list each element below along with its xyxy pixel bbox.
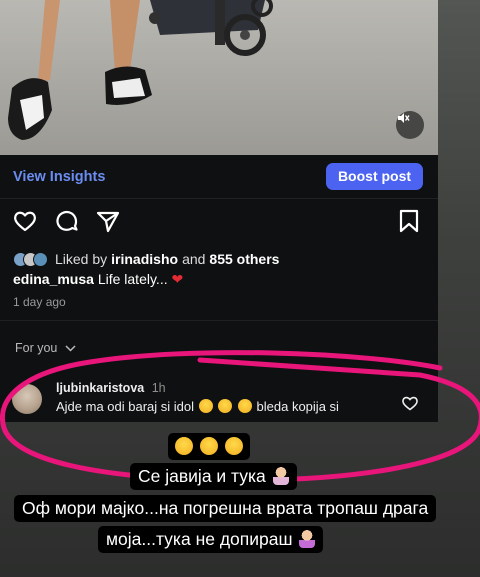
story-line-2: Се јавија и тука xyxy=(130,463,297,490)
comment-text: Ajde ma odi baraj si idol bleda kopija s… xyxy=(56,399,339,414)
laughing-emoji xyxy=(237,399,252,413)
caption-username[interactable]: edina_musa xyxy=(13,271,94,287)
story-text-4: моја...тука не допираш xyxy=(106,529,293,549)
comment-header: ljubinkaristova 1h xyxy=(56,381,166,395)
liked-and: and xyxy=(182,251,206,267)
divider xyxy=(0,320,438,321)
liker-avatars xyxy=(13,251,48,267)
liked-user-link[interactable]: irinadisho xyxy=(111,251,178,267)
liked-by-row: Liked by irinadisho and 855 others xyxy=(13,249,279,269)
view-insights-link[interactable]: View Insights xyxy=(13,169,105,185)
liked-prefix: Liked by xyxy=(55,251,108,267)
comment-time: 1h xyxy=(151,381,166,395)
red-heart-emoji: ❤ xyxy=(171,271,184,287)
post-photo xyxy=(0,0,438,155)
woman-shrugging-emoji xyxy=(299,530,316,548)
for-you-toggle[interactable]: For you xyxy=(15,341,76,355)
woman-tipping-hand-emoji xyxy=(272,467,289,485)
laughing-emoji xyxy=(218,399,233,413)
caption: edina_musa Life lately... ❤ xyxy=(13,271,183,288)
comment-icon[interactable] xyxy=(54,208,80,239)
comment-text-after: bleda kopija si xyxy=(256,399,339,414)
avatar xyxy=(33,251,48,267)
post-screenshot: View Insights Boost post Liked by irinad… xyxy=(0,0,438,422)
story-line-3: Оф мори мајко...на погрешна врата тропаш… xyxy=(14,495,437,522)
bookmark-icon[interactable] xyxy=(398,208,420,239)
boost-post-button[interactable]: Boost post xyxy=(326,163,423,190)
laughing-emoji xyxy=(198,399,213,413)
comment-username[interactable]: ljubinkaristova xyxy=(56,381,144,395)
caption-text: Life lately... xyxy=(97,271,168,287)
for-you-label: For you xyxy=(15,341,58,355)
share-icon[interactable] xyxy=(95,208,121,239)
story-emoji-line xyxy=(168,433,250,460)
story-text-2: Се јавија и тука xyxy=(138,466,266,486)
comment-avatar[interactable] xyxy=(12,384,42,414)
laughing-emoji xyxy=(175,437,193,455)
post-date: 1 day ago xyxy=(13,295,66,309)
story-text-3: Оф мори мајко...на погрешна врата тропаш… xyxy=(22,498,429,518)
comment-like-heart-icon[interactable] xyxy=(401,395,419,416)
chevron-down-icon xyxy=(65,341,76,355)
heart-icon[interactable] xyxy=(12,208,38,239)
comment-text-before: Ajde ma odi baraj si idol xyxy=(56,399,195,414)
story-line-4: моја...тука не допираш xyxy=(98,526,324,553)
laughing-emoji xyxy=(199,437,218,455)
mute-button[interactable] xyxy=(396,111,424,139)
liked-others-link[interactable]: 855 others xyxy=(209,251,279,267)
laughing-emoji xyxy=(224,437,243,455)
post-actions xyxy=(0,208,438,240)
